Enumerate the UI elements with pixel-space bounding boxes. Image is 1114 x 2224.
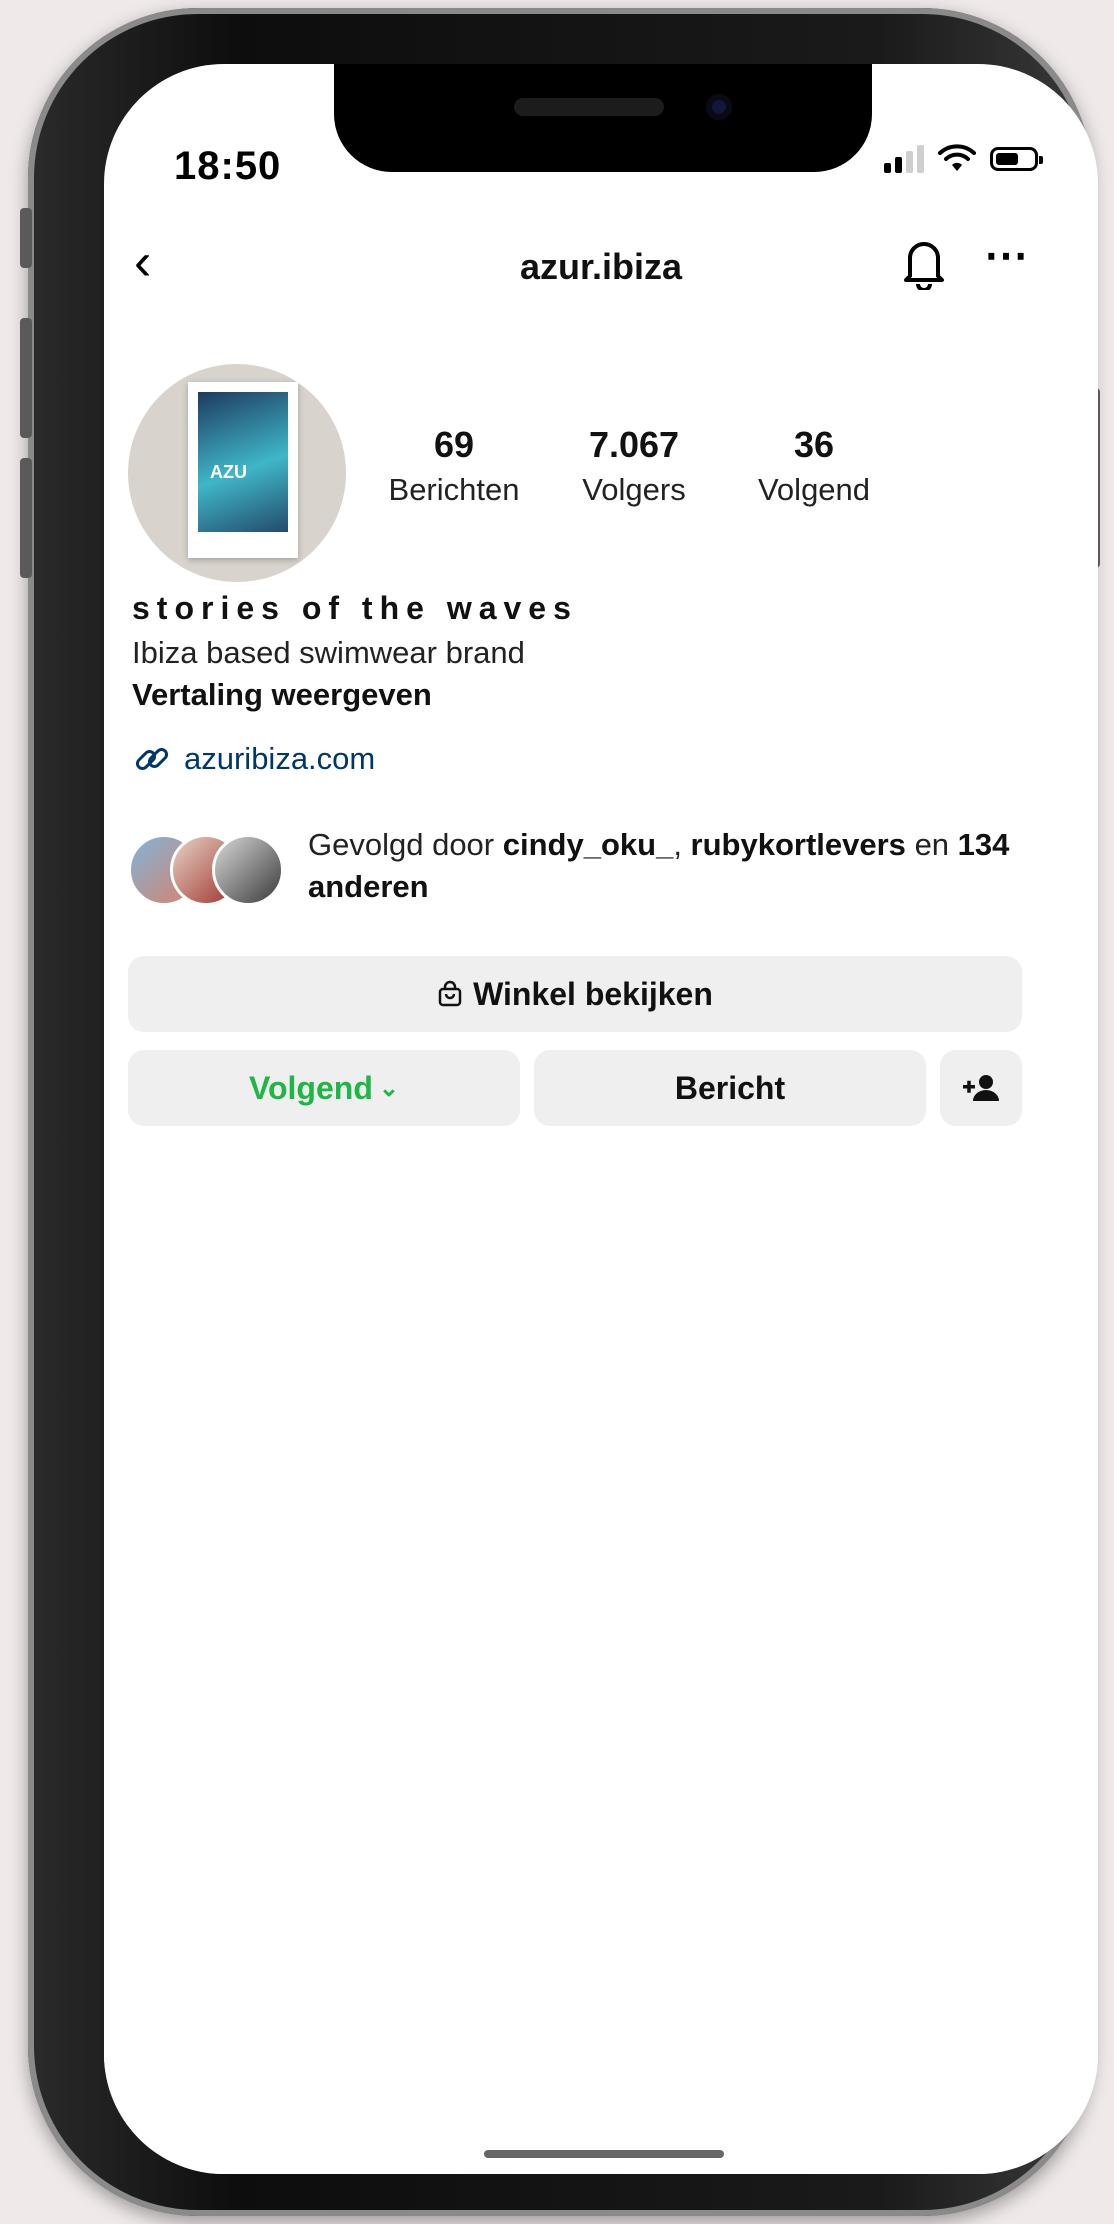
post-thumbnail[interactable] (437, 1864, 765, 2174)
battery-icon (990, 147, 1043, 171)
chevron-down-icon: ⌄ (378, 1074, 399, 1102)
stat-followers-count: 7.067 (588, 424, 680, 465)
screen: 18:50 ‹ azur.ibiza ⋯ AZU 69 Berichten 7.… (104, 64, 1098, 2174)
notch (334, 64, 872, 172)
signal-icon (884, 145, 924, 173)
posts-grid (104, 1214, 1098, 2174)
post-thumbnail[interactable] (104, 1864, 432, 2174)
post-thumbnail[interactable] (104, 1214, 432, 1534)
followed-connector: en (914, 827, 950, 862)
mute-switch (20, 208, 32, 268)
profile-bio: stories of the waves Ibiza based swimwea… (132, 590, 1072, 779)
website-url: azuribiza.com (184, 741, 376, 776)
website-link[interactable]: azuribiza.com (132, 739, 1072, 779)
add-user-icon (963, 1075, 999, 1101)
message-label: Bericht (674, 1069, 786, 1106)
bell-icon[interactable] (902, 236, 946, 290)
stat-followers[interactable]: 7.067 Volgers (544, 424, 724, 508)
bio-text: Ibiza based swimwear brand (132, 635, 525, 670)
follower-name-1[interactable]: cindy_oku_ (503, 827, 674, 862)
avatar-photo: AZU (198, 392, 288, 532)
following-label: Volgend (249, 1069, 373, 1106)
home-indicator (484, 2150, 724, 2158)
profile-username: azur.ibiza (519, 246, 683, 287)
bio-title: stories of the waves (132, 590, 578, 626)
post-thumbnail[interactable] (770, 1214, 1098, 1534)
avatar-poster: AZU (188, 382, 298, 558)
stat-following[interactable]: 36 Volgend (724, 424, 904, 508)
speaker (514, 98, 664, 116)
message-button[interactable]: Bericht (534, 1050, 926, 1126)
follower-avatars (128, 834, 288, 908)
translate-link[interactable]: Vertaling weergeven (132, 677, 1072, 713)
follower-avatar (212, 834, 284, 906)
shopping-bag-icon (438, 980, 462, 1007)
shopping-bag-icon (386, 1548, 416, 1585)
followed-prefix: Gevolgd door (308, 827, 495, 862)
followed-by[interactable]: Gevolgd door cindy_oku_, rubykortlevers … (128, 824, 1078, 914)
stat-posts-count: 69 (433, 424, 475, 465)
profile-avatar[interactable]: AZU (128, 364, 346, 582)
wifi-icon (938, 144, 976, 171)
suggest-users-button[interactable] (940, 1050, 1022, 1126)
avatar-logo: AZU (210, 462, 247, 482)
volume-up-button (20, 318, 32, 438)
view-shop-label: Winkel bekijken (473, 975, 713, 1012)
phone-frame: 18:50 ‹ azur.ibiza ⋯ AZU 69 Berichten 7.… (20, 8, 1100, 2216)
view-shop-button[interactable]: Winkel bekijken (128, 956, 1022, 1032)
link-icon (135, 747, 169, 771)
post-thumbnail[interactable] (770, 1539, 1098, 1859)
stat-following-label: Volgend (757, 472, 871, 507)
status-time: 18:50 (174, 144, 282, 188)
post-thumbnail[interactable] (437, 1214, 765, 1534)
followed-by-text: Gevolgd door cindy_oku_, rubykortlevers … (308, 827, 1010, 904)
status-icons (884, 144, 1043, 174)
carousel-icon (1052, 1880, 1082, 1910)
stat-followers-label: Volgers (582, 472, 686, 507)
profile-header: ‹ azur.ibiza ⋯ (104, 224, 1098, 304)
volume-down-button (20, 458, 32, 578)
post-thumbnail[interactable] (437, 1539, 765, 1859)
camera (706, 94, 732, 120)
stat-following-count: 36 (793, 424, 835, 465)
stat-posts[interactable]: 69 Berichten (364, 424, 544, 508)
more-options-icon[interactable]: ⋯ (984, 230, 1030, 281)
follower-name-2[interactable]: rubykortlevers (691, 827, 906, 862)
stat-posts-label: Berichten (388, 472, 520, 507)
following-button[interactable]: Volgend ⌄ (128, 1050, 520, 1126)
shopping-bag-icon (1052, 1223, 1082, 1260)
post-thumbnail[interactable] (104, 1539, 432, 1859)
post-thumbnail[interactable] (770, 1864, 1098, 2174)
